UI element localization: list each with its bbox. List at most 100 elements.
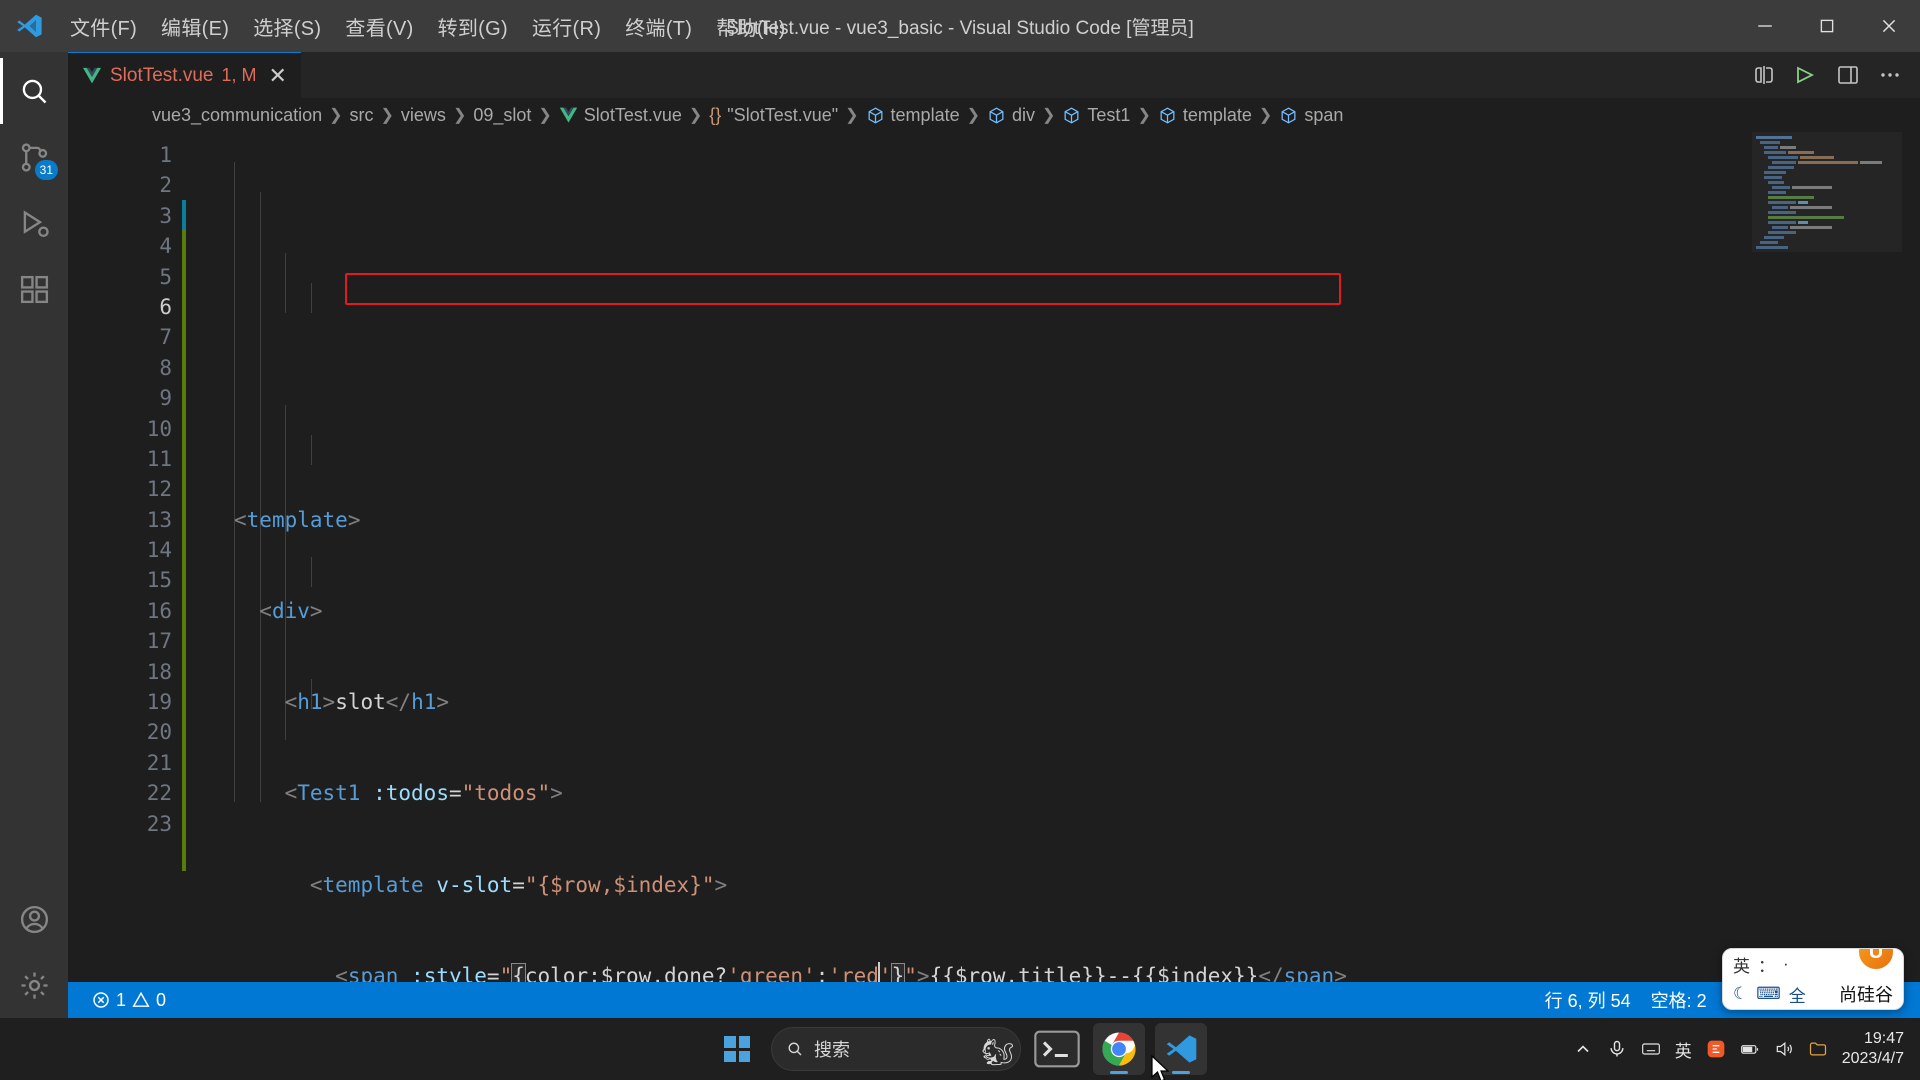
- folder-icon[interactable]: [1808, 1039, 1828, 1059]
- code-line-5[interactable]: <template v-slot="{$row,$index}">: [186, 870, 1920, 900]
- layout-icon[interactable]: [1836, 63, 1860, 87]
- menu-selection[interactable]: 选择(S): [241, 0, 333, 52]
- ime-moon-icon[interactable]: ☾: [1733, 984, 1748, 1004]
- menu-bar[interactable]: 文件(F) 编辑(E) 选择(S) 查看(V) 转到(G) 运行(R) 终端(T…: [58, 0, 798, 52]
- ime-keyboard-icon[interactable]: ⌨: [1756, 984, 1781, 1004]
- vscode-logo: [0, 12, 58, 40]
- status-cursor-position[interactable]: 行 6, 列 54: [1535, 987, 1641, 1013]
- chevron-up-icon[interactable]: [1573, 1039, 1593, 1059]
- keyboard-icon[interactable]: [1641, 1039, 1661, 1059]
- breadcrumb-label: vue3_communication: [152, 104, 323, 125]
- activity-run-debug[interactable]: [0, 190, 68, 256]
- taskbar-tray[interactable]: 英 19:47 2023/4/7: [1573, 1029, 1920, 1069]
- line-number: 23: [146, 811, 172, 836]
- windows-taskbar[interactable]: 搜索 🐿 英 19:47 2023/4/7: [0, 1018, 1920, 1080]
- line-number: 10: [146, 416, 172, 441]
- code-editor[interactable]: 1 2 3 4 5 6 7 8 9 10 11 12 13 14 15 16 1…: [68, 132, 1920, 982]
- split-editor-icon[interactable]: [1752, 63, 1776, 87]
- breadcrumb-item-7[interactable]: div: [987, 105, 1035, 126]
- vscode-window: 文件(F) 编辑(E) 选择(S) 查看(V) 转到(G) 运行(R) 终端(T…: [0, 0, 1920, 1080]
- line-number-gutter: 1 2 3 4 5 6 7 8 9 10 11 12 13 14 15 16 1…: [68, 132, 186, 982]
- breadcrumb-item-5[interactable]: {} "SlotTest.vue": [709, 105, 838, 126]
- menu-terminal[interactable]: 终端(T): [613, 0, 704, 52]
- status-bar[interactable]: 1 0 行 6, 列 54 空格: 2 UTF-8 CRLF Vue: [68, 982, 1920, 1018]
- taskbar-app-vscode[interactable]: [1155, 1023, 1207, 1075]
- code-content[interactable]: <template> <div> <h1>slot</h1> <Test1 :t…: [186, 132, 1920, 982]
- breadcrumb-item-3[interactable]: 09_slot: [473, 105, 531, 126]
- editor-actions[interactable]: [1752, 52, 1920, 98]
- breadcrumb-label: span: [1304, 104, 1344, 125]
- code-line-1[interactable]: <template>: [186, 505, 1920, 535]
- breadcrumb-item-1[interactable]: src: [350, 105, 374, 126]
- more-actions-icon[interactable]: [1878, 63, 1902, 87]
- menu-go[interactable]: 转到(G): [426, 0, 520, 52]
- breadcrumb-label: "SlotTest.vue": [727, 104, 839, 125]
- minimap[interactable]: [1752, 136, 1902, 249]
- warning-icon: [132, 991, 150, 1007]
- breadcrumb-separator: ❯: [329, 107, 343, 124]
- clock-date: 2023/4/7: [1841, 1050, 1904, 1067]
- breadcrumb[interactable]: vue3_communication ❯ src ❯ views ❯ 09_sl…: [68, 98, 1920, 132]
- line-number: 14: [146, 538, 172, 563]
- ime-fullwidth-icon[interactable]: 全: [1789, 982, 1806, 1007]
- sogou-icon[interactable]: [1706, 1039, 1726, 1059]
- menu-view[interactable]: 查看(V): [333, 0, 425, 52]
- taskbar-search[interactable]: 搜索 🐿: [771, 1027, 1021, 1071]
- menu-run[interactable]: 运行(R): [520, 0, 613, 52]
- code-line-4[interactable]: <Test1 :todos="todos">: [186, 778, 1920, 808]
- code-line-2[interactable]: <div>: [186, 596, 1920, 626]
- activity-source-control[interactable]: 31: [0, 124, 68, 190]
- ime-bottom-row[interactable]: ☾ ⌨ 全 尚硅谷: [1723, 979, 1903, 1009]
- tab-close-icon[interactable]: ✕: [269, 64, 287, 87]
- activity-accounts[interactable]: [0, 886, 68, 952]
- line-number: 9: [159, 386, 172, 411]
- volume-icon[interactable]: [1774, 1039, 1794, 1059]
- battery-icon[interactable]: [1740, 1039, 1760, 1059]
- code-line-6[interactable]: <span :style="{color:$row.done?'green':'…: [186, 961, 1920, 982]
- ime-mode-label[interactable]: 英: [1733, 952, 1750, 977]
- microphone-icon[interactable]: [1607, 1039, 1627, 1059]
- activity-bar[interactable]: 31: [0, 52, 68, 1018]
- minimize-button[interactable]: [1734, 0, 1796, 52]
- breadcrumb-item-9[interactable]: template: [1158, 105, 1252, 126]
- breadcrumb-separator: ❯: [380, 107, 394, 124]
- code-line-3[interactable]: <h1>slot</h1>: [186, 687, 1920, 717]
- error-icon: [93, 992, 109, 1008]
- breadcrumb-item-2[interactable]: views: [401, 105, 446, 126]
- menu-file[interactable]: 文件(F): [58, 0, 149, 52]
- maximize-button[interactable]: [1796, 0, 1858, 52]
- activity-search[interactable]: [0, 58, 68, 124]
- indent-guide: [310, 557, 312, 587]
- indent-guide: [310, 283, 312, 313]
- ime-panel[interactable]: 英 ： · ☾ ⌨ 全 尚硅谷 U: [1722, 948, 1904, 1010]
- tab-slottest-vue[interactable]: SlotTest.vue 1, M ✕: [68, 52, 301, 98]
- line-number: 13: [146, 507, 172, 532]
- breadcrumb-item-4[interactable]: SlotTest.vue: [559, 105, 682, 126]
- start-button[interactable]: [713, 1025, 761, 1073]
- window-controls[interactable]: [1734, 0, 1920, 52]
- breadcrumb-item-10[interactable]: span: [1279, 105, 1343, 126]
- breadcrumb-separator: ❯: [538, 107, 552, 124]
- taskbar-app-chrome[interactable]: [1093, 1023, 1145, 1075]
- ime-punct-icon[interactable]: ：: [1758, 952, 1775, 977]
- maximize-icon: [1820, 19, 1834, 33]
- ime-language-indicator[interactable]: 英: [1675, 1037, 1692, 1062]
- activity-extensions[interactable]: [0, 256, 68, 322]
- status-problems[interactable]: 1 0: [82, 982, 176, 1018]
- line-number: 12: [146, 477, 172, 502]
- close-button[interactable]: [1858, 0, 1920, 52]
- breadcrumb-item-6[interactable]: template: [866, 105, 960, 126]
- chrome-icon: [1102, 1032, 1136, 1066]
- breadcrumb-item-8[interactable]: Test1: [1062, 105, 1130, 126]
- activity-settings[interactable]: [0, 952, 68, 1018]
- taskbar-clock[interactable]: 19:47 2023/4/7: [1842, 1029, 1904, 1069]
- menu-help[interactable]: 帮助(H): [704, 0, 797, 52]
- run-file-icon[interactable]: [1794, 63, 1818, 87]
- code-scroll[interactable]: 1 2 3 4 5 6 7 8 9 10 11 12 13 14 15 16 1…: [68, 132, 1920, 982]
- breadcrumb-item-0[interactable]: vue3_communication: [152, 105, 322, 126]
- breadcrumb-separator: ❯: [966, 107, 980, 124]
- status-indentation[interactable]: 空格: 2: [1641, 987, 1717, 1013]
- taskbar-app-terminal[interactable]: [1031, 1023, 1083, 1075]
- tab-label: SlotTest.vue: [110, 64, 214, 86]
- menu-edit[interactable]: 编辑(E): [149, 0, 241, 52]
